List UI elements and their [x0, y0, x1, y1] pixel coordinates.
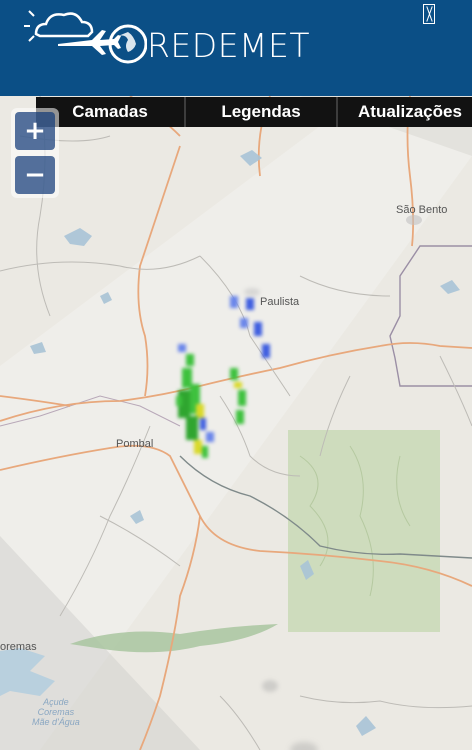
place-coremas: oremas — [0, 641, 37, 653]
brand-name: REDEMET — [147, 26, 311, 65]
cloud-icon — [34, 12, 94, 38]
acude-line-3: Mãe d'Água — [32, 717, 80, 727]
close-icon[interactable] — [423, 4, 435, 24]
layer-tabs: Camadas Legendas Atualizações — [36, 97, 472, 127]
zoom-control: + − — [11, 108, 59, 198]
zoom-out-button[interactable]: − — [15, 156, 55, 194]
map-view[interactable]: São Bento Paulista Pombal oremas Açude C… — [0, 96, 472, 750]
place-sao-bento: São Bento — [396, 204, 448, 216]
redemet-logo: REDEMET — [22, 6, 310, 70]
zoom-in-button[interactable]: + — [15, 112, 55, 150]
acude-line-1: Açude — [43, 697, 69, 707]
reserve-area — [288, 430, 440, 632]
place-pombal: Pombal — [116, 438, 154, 450]
acude-line-2: Coremas — [37, 707, 75, 717]
tab-atualizacoes[interactable]: Atualizações — [338, 97, 472, 127]
tab-legendas[interactable]: Legendas — [186, 97, 338, 127]
place-acude-coremas: Açude Coremas Mãe d'Água — [32, 697, 80, 727]
place-paulista: Paulista — [260, 296, 300, 308]
app-header: REDEMET — [0, 0, 472, 96]
sun-icon — [24, 10, 35, 42]
